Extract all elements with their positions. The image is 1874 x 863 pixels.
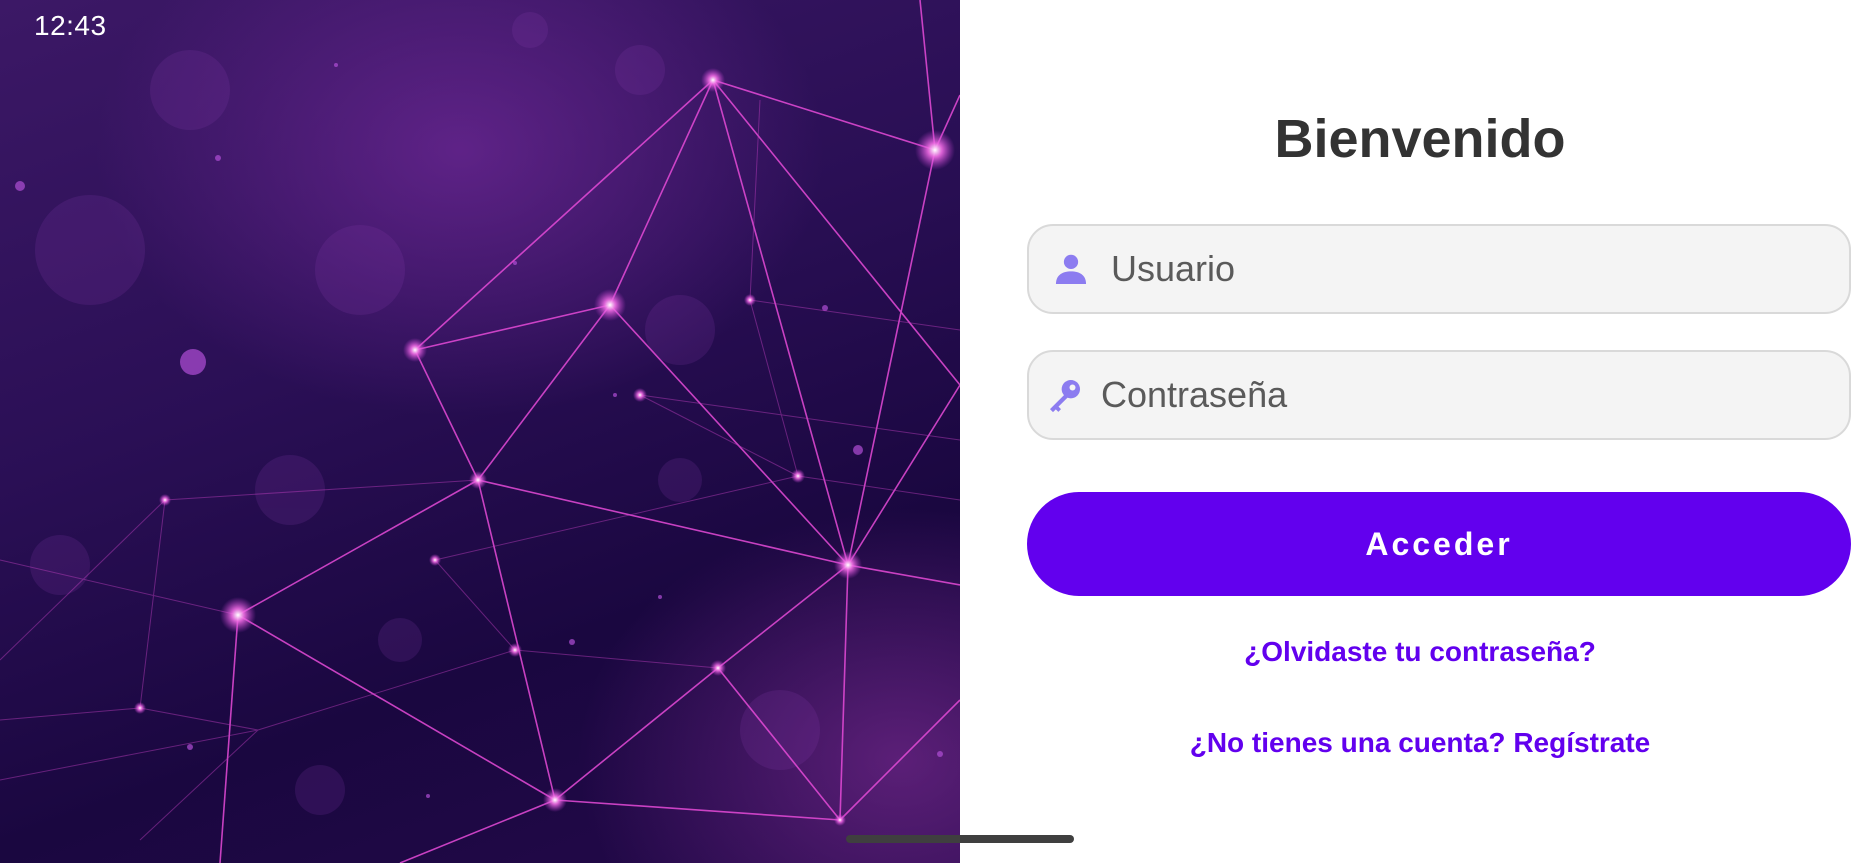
home-indicator-bar[interactable] bbox=[846, 835, 1074, 843]
network-illustration bbox=[0, 0, 960, 863]
password-field[interactable] bbox=[1027, 350, 1851, 440]
password-input[interactable] bbox=[1101, 365, 1849, 425]
hero-background-image: 12:43 bbox=[0, 0, 960, 863]
username-field[interactable] bbox=[1027, 224, 1851, 314]
forgot-password-link[interactable]: ¿Olvidaste tu contraseña? bbox=[960, 636, 1874, 668]
key-icon bbox=[1045, 375, 1085, 415]
login-button[interactable]: Acceder bbox=[1027, 492, 1851, 596]
username-input[interactable] bbox=[1111, 239, 1849, 299]
person-icon bbox=[1051, 249, 1091, 289]
login-screen: 12:43 Bienvenido Acceder bbox=[0, 0, 1874, 863]
register-link[interactable]: ¿No tienes una cuenta? Regístrate bbox=[960, 727, 1874, 759]
login-panel: Bienvenido Acceder ¿Olvidaste tu co bbox=[960, 0, 1874, 863]
page-title: Bienvenido bbox=[1274, 109, 1566, 169]
status-bar-time: 12:43 bbox=[34, 10, 107, 41]
